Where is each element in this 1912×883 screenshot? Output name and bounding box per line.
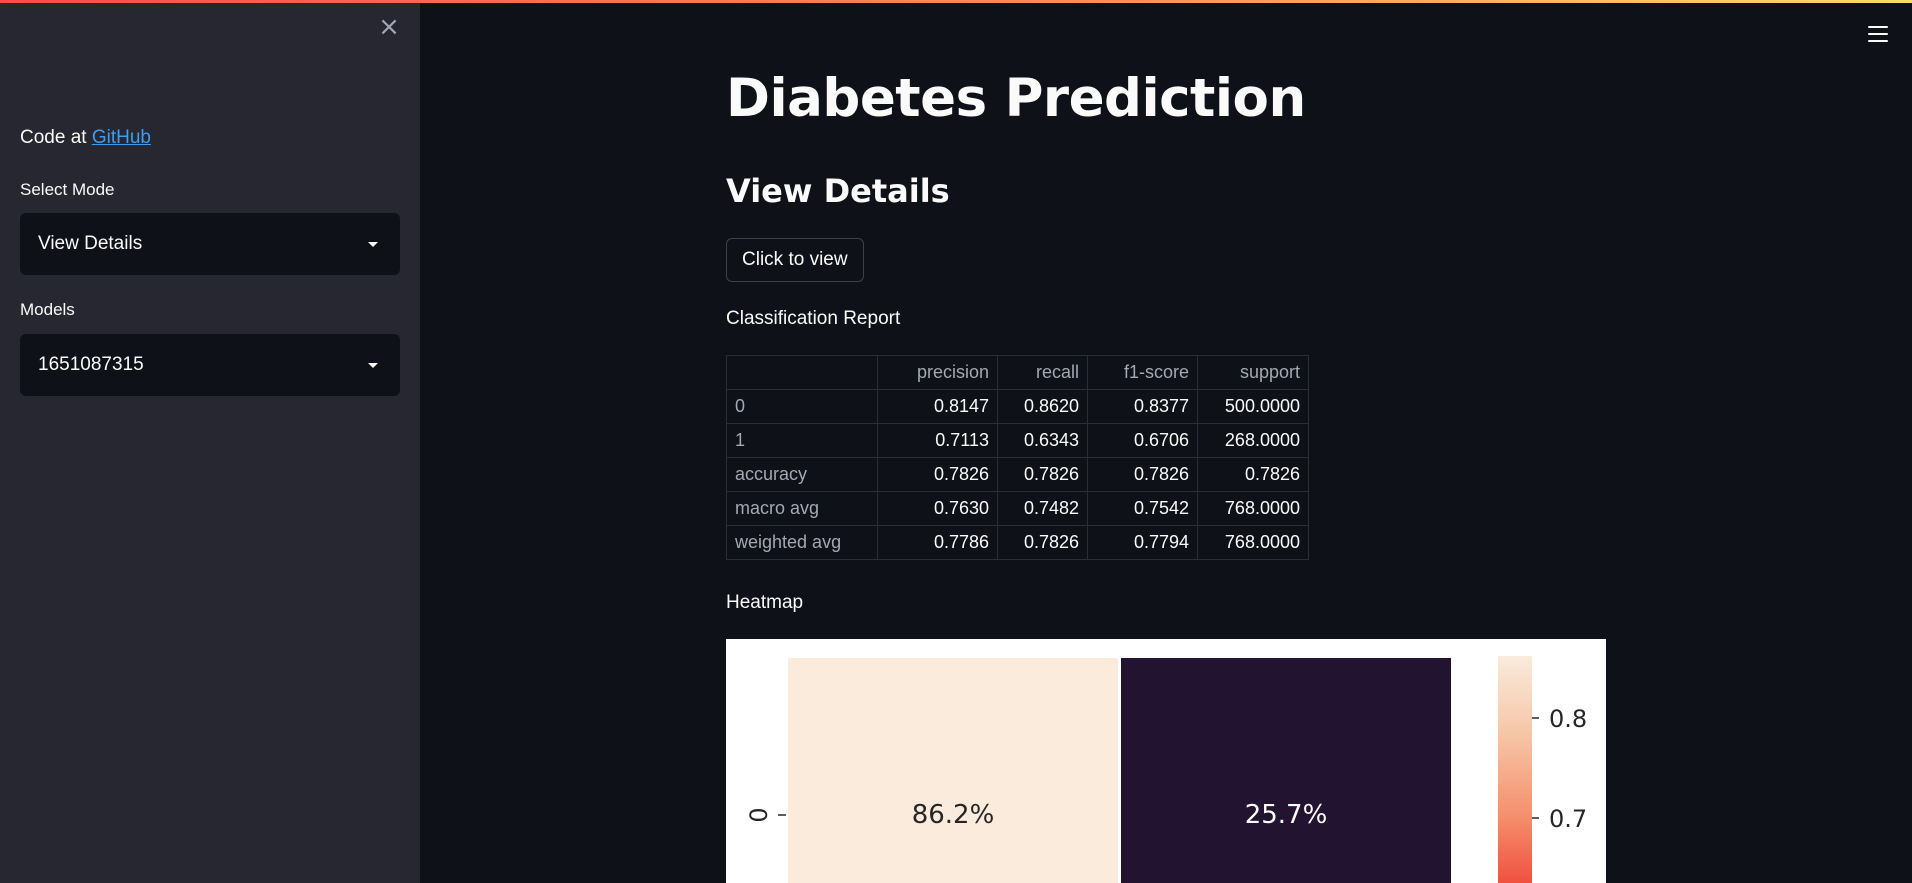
hamburger-menu-icon[interactable] [1868, 26, 1888, 44]
sidebar: × Code at GitHub Select Mode View Detail… [0, 0, 420, 883]
table-cell: 0.7826 [877, 457, 998, 492]
models-value: 1651087315 [38, 354, 144, 375]
table-cell: 0.7794 [1087, 525, 1198, 560]
heatmap-cell [1121, 658, 1451, 883]
chevron-down-icon [368, 362, 378, 368]
table-cell: 0.7542 [1087, 491, 1198, 526]
table-cell: 268.0000 [1197, 423, 1309, 458]
top-decoration-bar [0, 0, 1912, 3]
column-header [726, 355, 878, 390]
table-cell: 768.0000 [1197, 491, 1309, 526]
table-cell: 0.7826 [997, 457, 1088, 492]
row-label: macro avg [726, 491, 878, 526]
classification-report-table: precision recall f1-score support 0 0.81… [726, 355, 1309, 560]
click-to-view-button[interactable]: Click to view [726, 238, 864, 282]
main-content: Diabetes Prediction View Details Click t… [726, 0, 1606, 883]
table-cell: 0.8147 [877, 389, 998, 424]
table-cell: 0.7826 [997, 525, 1088, 560]
section-title: View Details [726, 172, 950, 210]
table-row: weighted avg 0.7786 0.7826 0.7794 768.00… [726, 525, 1309, 560]
classification-report-label: Classification Report [726, 308, 901, 329]
row-label: weighted avg [726, 525, 878, 560]
table-cell: 0.7826 [1197, 457, 1309, 492]
row-label: accuracy [726, 457, 878, 492]
table-row: 1 0.7113 0.6343 0.6706 268.0000 [726, 423, 1309, 458]
row-label: 0 [726, 389, 878, 424]
table-cell: 0.7482 [997, 491, 1088, 526]
models-label: Models [20, 300, 75, 319]
colorbar-tick-label: 0.7 [1549, 805, 1587, 833]
heatmap-svg: 86.2% 25.7% 0 0.8 0.7 [745, 656, 1587, 883]
row-tick-label: 0 [745, 807, 773, 822]
code-link-line: Code at GitHub [20, 127, 151, 149]
row-label: 1 [726, 423, 878, 458]
select-mode-value: View Details [38, 233, 143, 254]
page-title: Diabetes Prediction [726, 68, 1306, 129]
table-row: macro avg 0.7630 0.7482 0.7542 768.0000 [726, 491, 1309, 526]
table-cell: 0.6706 [1087, 423, 1198, 458]
table-cell: 0.7826 [1087, 457, 1198, 492]
heatmap-cell-label: 25.7% [1245, 800, 1328, 830]
table-cell: 500.0000 [1197, 389, 1309, 424]
table-cell: 0.7786 [877, 525, 998, 560]
table-cell: 0.8620 [997, 389, 1088, 424]
select-mode-dropdown[interactable]: View Details [20, 213, 400, 275]
column-header: support [1197, 355, 1309, 390]
colorbar-tick-label: 0.8 [1549, 705, 1587, 733]
code-prefix-text: Code at [20, 127, 87, 148]
table-cell: 0.7630 [877, 491, 998, 526]
heatmap-chart: 86.2% 25.7% 0 0.8 0.7 [726, 639, 1606, 883]
table-cell: 0.7113 [877, 423, 998, 458]
column-header: recall [997, 355, 1088, 390]
select-mode-label: Select Mode [20, 180, 115, 199]
github-link[interactable]: GitHub [92, 127, 151, 148]
column-header: precision [877, 355, 998, 390]
table-cell: 0.6343 [997, 423, 1088, 458]
close-sidebar-icon[interactable]: × [376, 14, 402, 40]
table-row: accuracy 0.7826 0.7826 0.7826 0.7826 [726, 457, 1309, 492]
heatmap-cell [788, 658, 1118, 883]
models-dropdown[interactable]: 1651087315 [20, 334, 400, 396]
table-cell: 0.8377 [1087, 389, 1198, 424]
column-header: f1-score [1087, 355, 1198, 390]
colorbar [1498, 656, 1532, 883]
table-row: 0 0.8147 0.8620 0.8377 500.0000 [726, 389, 1309, 424]
heatmap-cell-label: 86.2% [912, 800, 995, 830]
table-cell: 768.0000 [1197, 525, 1309, 560]
table-header-row: precision recall f1-score support [726, 355, 1309, 390]
heatmap-label: Heatmap [726, 592, 804, 613]
chevron-down-icon [368, 241, 378, 247]
